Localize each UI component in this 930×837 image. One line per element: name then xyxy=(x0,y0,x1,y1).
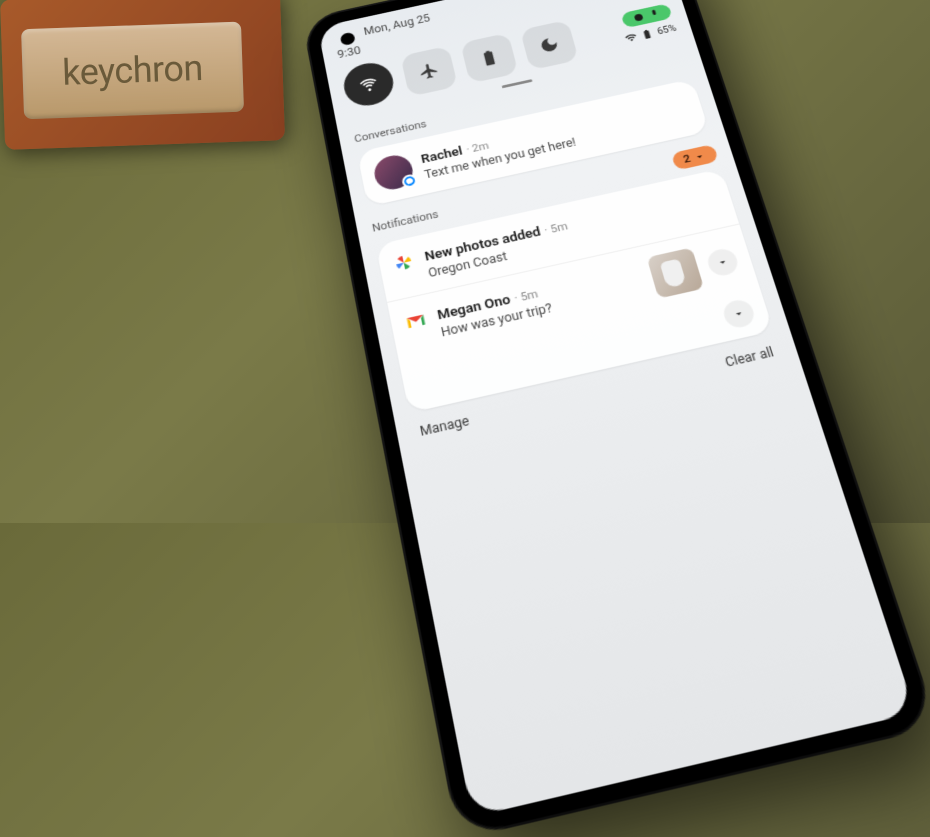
phone-frame: Mon, Aug 25 9:30 xyxy=(304,0,930,837)
phone-screen: Mon, Aug 25 9:30 xyxy=(318,0,916,817)
photos-app-icon xyxy=(391,251,416,275)
camera-punch-hole xyxy=(340,32,356,47)
battery-icon xyxy=(477,47,501,68)
camera-indicator-icon xyxy=(631,11,646,23)
expand-button[interactable] xyxy=(705,247,741,279)
notification-count-badge[interactable]: 2 xyxy=(671,144,719,171)
quick-settings-drag-handle[interactable] xyxy=(502,79,533,88)
airplane-icon xyxy=(417,60,441,81)
keychron-logo-plate: keychron xyxy=(21,22,244,120)
clear-all-button[interactable]: Clear all xyxy=(723,345,775,370)
wifi-icon xyxy=(357,74,381,95)
notification-thumbnail xyxy=(647,247,705,298)
wifi-status-icon xyxy=(624,31,639,44)
chevron-down-icon xyxy=(692,149,708,163)
expand-button[interactable] xyxy=(721,298,758,331)
chevron-down-icon xyxy=(730,306,747,321)
notification-count-text: 2 xyxy=(682,152,692,165)
mic-indicator-icon xyxy=(647,8,662,20)
keychron-box: keychron xyxy=(0,0,285,150)
status-bar-right: 65% xyxy=(618,3,678,44)
manage-button[interactable]: Manage xyxy=(419,413,471,439)
dnd-toggle[interactable] xyxy=(520,20,579,71)
keychron-logo-text: keychron xyxy=(62,47,204,94)
messenger-app-badge xyxy=(401,173,418,189)
chevron-down-icon xyxy=(714,255,731,270)
gmail-app-icon xyxy=(403,309,429,334)
battery-saver-toggle[interactable] xyxy=(460,33,518,84)
battery-status-icon xyxy=(640,28,655,41)
battery-percent-text: 65% xyxy=(656,23,677,36)
wifi-toggle[interactable] xyxy=(340,59,397,110)
airplane-mode-toggle[interactable] xyxy=(400,46,458,97)
messenger-icon xyxy=(405,177,415,186)
notification-time: 5m xyxy=(519,287,539,304)
notification-time: 5m xyxy=(549,220,569,236)
notifications-section-label: Notifications xyxy=(371,208,440,235)
moon-icon xyxy=(537,34,562,55)
conversation-time: 2m xyxy=(471,140,490,155)
avatar xyxy=(372,152,416,193)
